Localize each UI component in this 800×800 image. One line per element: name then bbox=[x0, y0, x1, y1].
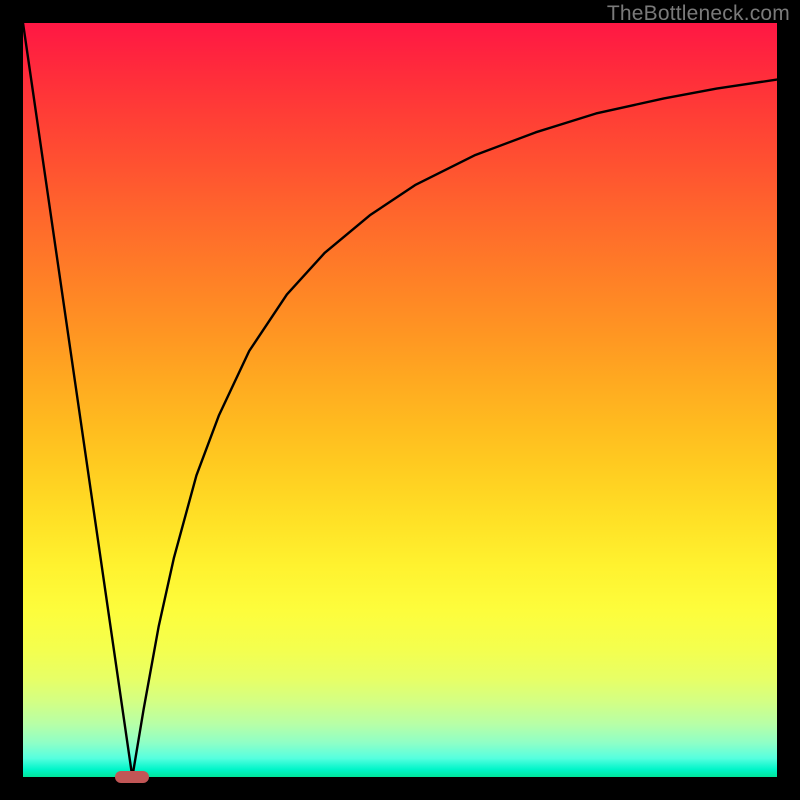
plot-area bbox=[23, 23, 777, 777]
chart-frame: TheBottleneck.com bbox=[0, 0, 800, 800]
watermark-text: TheBottleneck.com bbox=[607, 2, 790, 26]
optimum-marker bbox=[115, 771, 149, 783]
bottleneck-curve bbox=[23, 23, 777, 777]
curve-path bbox=[23, 23, 777, 777]
